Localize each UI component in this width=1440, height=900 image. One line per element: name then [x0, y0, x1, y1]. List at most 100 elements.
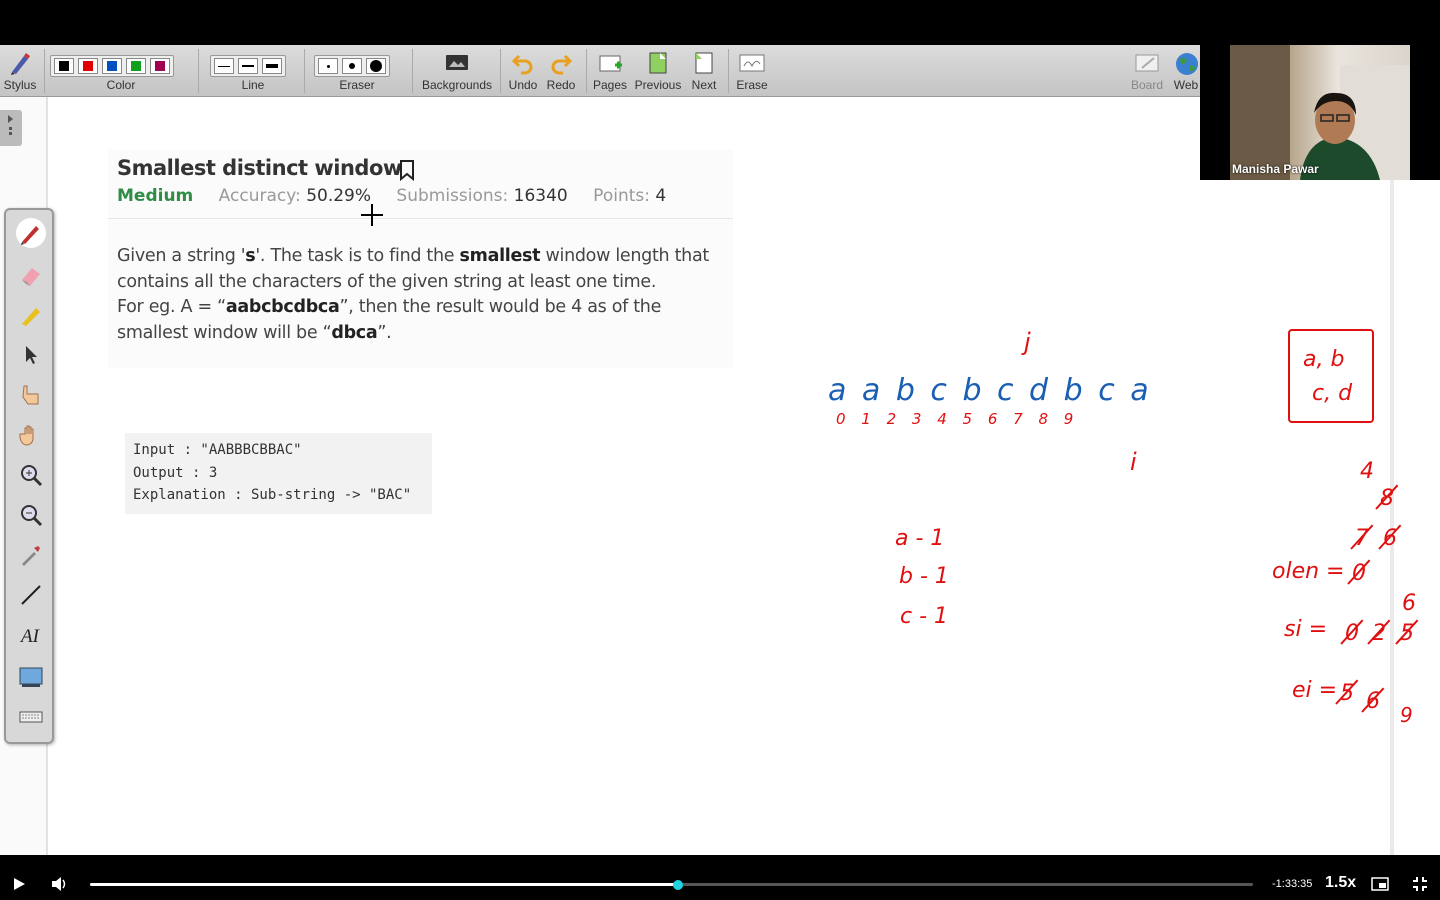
volume-icon[interactable] — [51, 876, 69, 892]
points-value: 4 — [655, 186, 667, 206]
color-group: Color — [50, 48, 192, 94]
example-block: Input : "AABBBCBBAC" Output : 3 Explanatio… — [125, 433, 432, 514]
erase-label: Erase — [736, 78, 768, 92]
stylus-icon — [11, 53, 30, 75]
color-swatch[interactable] — [78, 58, 98, 74]
submissions-label: Submissions: — [396, 186, 509, 206]
expand-arrow-icon — [8, 115, 13, 135]
arrow-cursor-icon — [26, 346, 37, 364]
problem-description: Given a string 's'. The task is to find … — [117, 246, 709, 343]
screen-capture-tool[interactable] — [16, 662, 46, 692]
divider — [728, 49, 729, 93]
zoom-out-tool[interactable] — [16, 500, 46, 530]
eraser-icon — [22, 268, 40, 286]
svg-text:AI: AI — [19, 626, 41, 647]
highlighter-tool[interactable] — [16, 300, 46, 330]
example-input: Input : "AABBBCBBAC" — [133, 442, 302, 458]
backgrounds-button[interactable]: Backgrounds — [418, 48, 496, 94]
line-group: Line — [208, 48, 298, 94]
stylus-button[interactable]: Stylus — [2, 48, 38, 94]
line-medium-button[interactable] — [238, 58, 258, 74]
bookmark-icon[interactable] — [398, 159, 416, 181]
line-thin-button[interactable] — [214, 58, 234, 74]
line-thick-button[interactable] — [262, 58, 282, 74]
eraser-tool[interactable] — [16, 260, 46, 290]
previous-page-icon — [649, 52, 667, 74]
accuracy-value: 50.29% — [306, 186, 372, 206]
exit-fullscreen-icon[interactable] — [1412, 876, 1428, 892]
pointer-tool[interactable] — [16, 380, 46, 410]
undo-icon — [511, 54, 533, 75]
redo-icon — [551, 54, 573, 75]
divider — [44, 49, 45, 93]
difficulty-badge: Medium — [117, 186, 194, 206]
board-icon — [1135, 54, 1159, 72]
previous-button[interactable]: Previous — [632, 48, 684, 94]
text-tool[interactable]: AI — [16, 620, 46, 650]
divider — [198, 49, 199, 93]
whiteboard-toolbar: Stylus Color Line Eraser Backgrounds Und… — [0, 45, 1200, 97]
crosshair-cursor-icon — [361, 204, 383, 226]
top-black-bar — [0, 0, 1440, 45]
progress-handle[interactable] — [673, 879, 684, 890]
eraser-medium-button[interactable] — [342, 58, 362, 74]
color-swatch[interactable] — [150, 58, 170, 74]
pen-tool[interactable] — [16, 218, 46, 248]
picture-in-picture-icon[interactable] — [1371, 877, 1389, 891]
eyedropper-icon — [22, 546, 40, 566]
zoom-in-icon — [21, 465, 43, 487]
backgrounds-icon — [446, 55, 468, 70]
erase-icon — [739, 54, 765, 72]
divider — [500, 49, 501, 93]
highlighter-icon — [22, 308, 40, 326]
redo-button[interactable]: Redo — [542, 48, 580, 94]
keyboard-tool[interactable] — [16, 702, 46, 732]
divider — [304, 49, 305, 93]
color-swatches — [50, 55, 174, 77]
pan-tool[interactable] — [16, 420, 46, 450]
pages-button[interactable]: Pages — [590, 48, 630, 94]
board-button[interactable]: Board — [1130, 48, 1164, 94]
pages-label: Pages — [592, 78, 628, 92]
previous-label: Previous — [634, 78, 682, 92]
line-icon — [21, 585, 41, 605]
undo-button[interactable]: Undo — [504, 48, 542, 94]
erase-button[interactable]: Erase — [732, 48, 772, 94]
eraser-large-button[interactable] — [366, 58, 386, 74]
color-picker-tool[interactable] — [16, 540, 46, 570]
eraser-group: Eraser — [312, 48, 402, 94]
color-label: Color — [106, 78, 136, 92]
color-swatch[interactable] — [102, 58, 122, 74]
problem-title: Smallest distinct window — [117, 156, 402, 180]
eraser-small-button[interactable] — [318, 58, 338, 74]
accuracy-label: Accuracy: — [218, 186, 301, 206]
progress-bar[interactable] — [90, 879, 1253, 890]
progress-fill — [90, 883, 679, 886]
presenter-name: Manisha Pawar — [1232, 162, 1319, 176]
divider — [586, 49, 587, 93]
select-tool[interactable] — [16, 340, 46, 370]
tool-palette: AI — [4, 208, 54, 744]
web-button[interactable]: Web — [1172, 48, 1200, 94]
play-icon[interactable] — [12, 877, 26, 891]
remaining-time: -1:33:35 — [1272, 878, 1313, 890]
board-label: Board — [1130, 78, 1164, 92]
color-swatch[interactable] — [54, 58, 74, 74]
zoom-in-tool[interactable] — [16, 460, 46, 490]
pages-icon — [599, 55, 622, 72]
right-margin — [1390, 180, 1394, 855]
example-explanation: Explanation : Sub-string -> "BAC" — [133, 487, 412, 503]
line-width-options — [210, 55, 286, 77]
example-output: Output : 3 — [133, 464, 218, 481]
divider — [412, 49, 413, 93]
next-button[interactable]: Next — [686, 48, 722, 94]
points-label: Points: — [593, 186, 650, 206]
board-web-controls: Board Web — [1130, 45, 1200, 97]
side-panel-toggle[interactable] — [0, 110, 22, 146]
color-swatch[interactable] — [126, 58, 146, 74]
playback-speed-button[interactable]: 1.5x — [1325, 874, 1356, 892]
line-tool[interactable] — [16, 580, 46, 610]
pen-icon — [21, 226, 39, 245]
stylus-label: Stylus — [3, 78, 37, 92]
hand-icon — [19, 425, 34, 446]
